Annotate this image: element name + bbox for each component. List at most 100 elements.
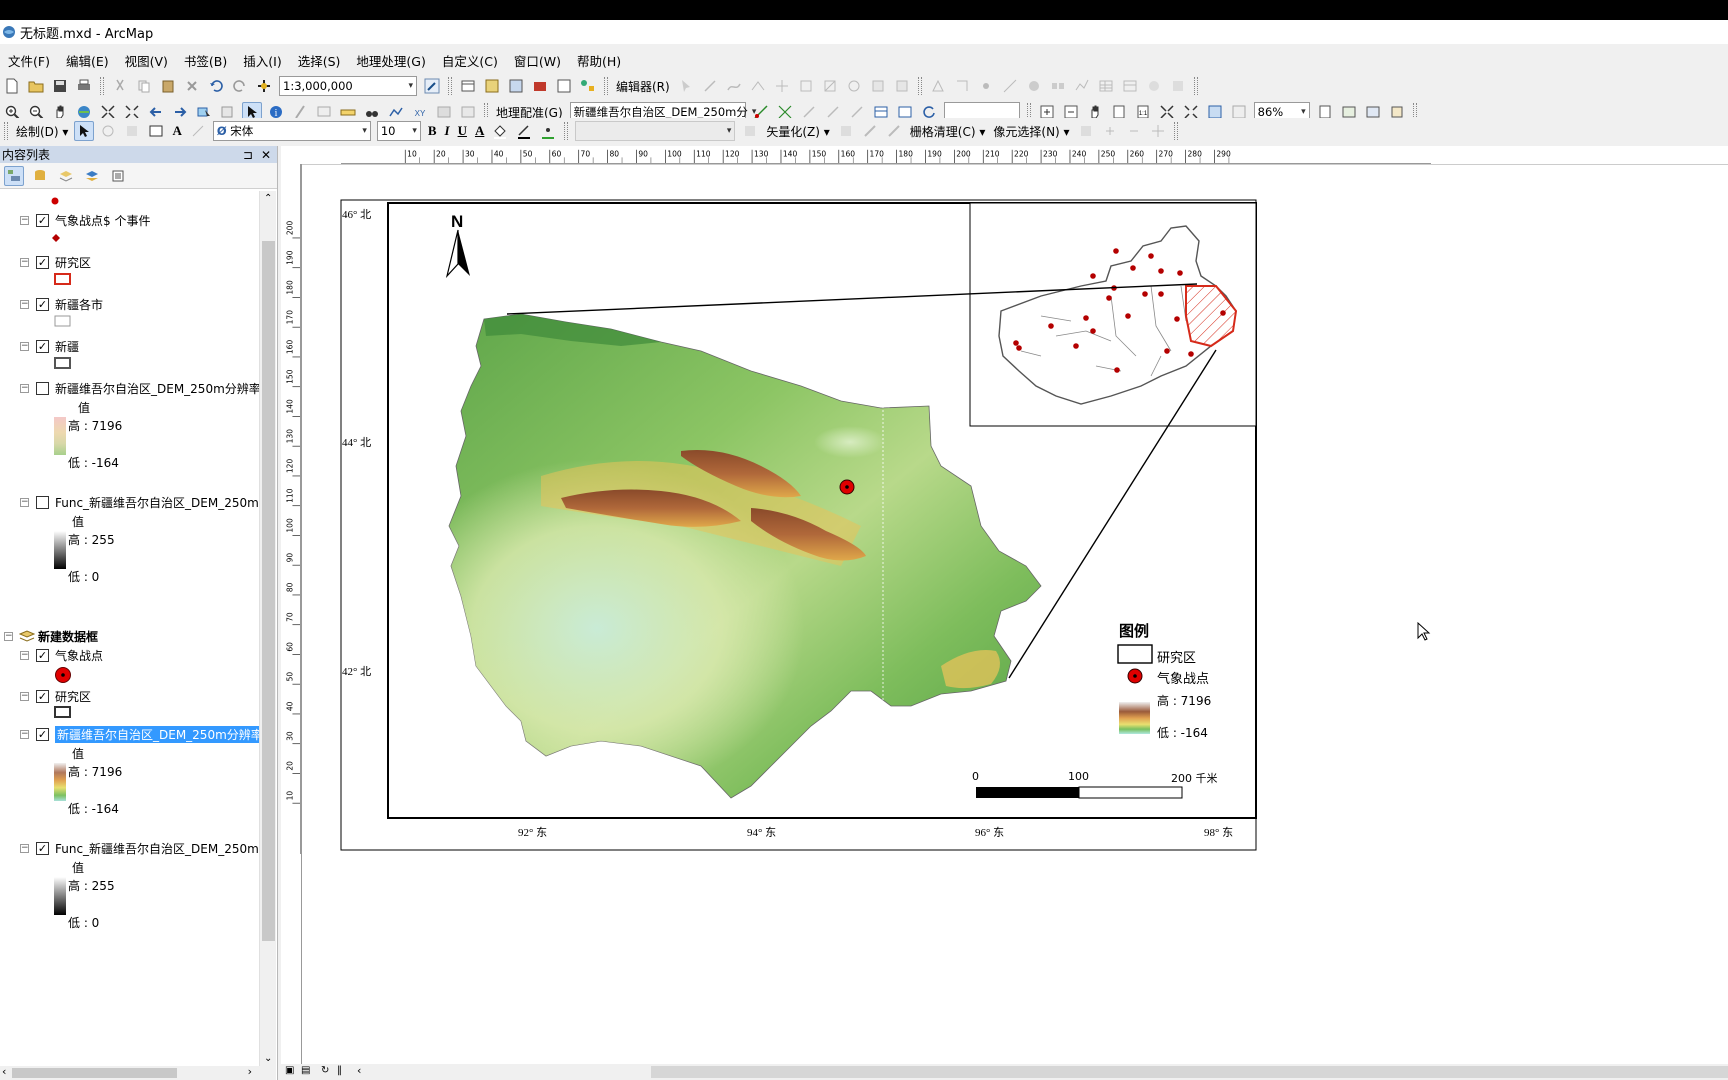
collapse-icon[interactable]: − [20,299,29,309]
layer-name[interactable]: 研究区 [55,688,91,705]
pin-icon[interactable]: ⊐ [243,148,253,162]
redo-icon[interactable] [230,76,250,96]
layer-visibility-checkbox[interactable]: ✓ [36,689,49,703]
vectorization-menu[interactable]: 矢量化(Z) ▾ [766,123,829,140]
layer-visibility-checkbox[interactable]: ✓ [36,297,49,311]
fill-color-icon[interactable] [490,121,510,141]
collapse-icon[interactable]: − [20,729,29,739]
editor-menu[interactable]: 编辑器(R) [616,78,670,95]
options-icon[interactable] [108,166,128,186]
layer-name[interactable]: 新疆各市 [55,296,103,313]
catalog-icon[interactable] [482,76,502,96]
copy-icon[interactable] [134,76,154,96]
scroll-thumb[interactable] [262,241,275,941]
cell-selection-menu[interactable]: 像元选择(N) ▾ [993,123,1069,140]
close-icon[interactable]: ✕ [261,148,271,162]
pause-drawing-icon[interactable]: ‖ [337,1065,342,1076]
scroll-right-icon[interactable]: › [248,1065,252,1078]
scroll-up-icon[interactable]: ⌃ [264,193,272,204]
undo-icon[interactable] [206,76,226,96]
layer-name[interactable]: Func_新疆维吾尔自治区_DEM_250m分 [55,840,260,857]
arctoolbox-icon[interactable] [530,76,550,96]
scale-bar[interactable] [976,786,1183,799]
line-color-icon[interactable] [514,121,534,141]
toc-layer-row[interactable]: − ✓ Func_新疆维吾尔自治区_DEM_250m分 [0,839,260,857]
raster-cleanup-menu[interactable]: 栅格清理(C) ▾ [910,123,986,140]
layer-name[interactable]: 气象战点$ 个事件 [55,212,150,229]
layer-name[interactable]: 新疆 [55,338,79,355]
layer-visibility-checkbox[interactable]: ✓ [36,648,49,662]
layer-name[interactable]: 研究区 [55,254,91,271]
editor-toolbar-icon[interactable] [422,76,442,96]
italic-button[interactable]: I [445,123,450,139]
scroll-left-icon[interactable]: ‹ [357,1064,361,1077]
list-by-drawing-order-icon[interactable] [4,165,24,186]
save-icon[interactable] [50,76,70,96]
menu-windows[interactable]: 窗口(W) [506,51,569,70]
toc-layer-row[interactable]: − ✓ 研究区 [0,253,260,271]
toc-layer-row[interactable]: − ✓ 气象战点$ 个事件 [0,211,260,229]
delete-icon[interactable] [182,76,202,96]
layout-view-icon[interactable]: ▤ [301,1065,310,1076]
layer-visibility-checkbox[interactable]: ✓ [36,213,49,227]
layer-name[interactable]: 新疆维吾尔自治区_DEM_250m分辨率_ [55,380,260,397]
layer-visibility-checkbox[interactable]: ✓ [36,727,49,741]
toc-layer-row[interactable]: − Func_新疆维吾尔自治区_DEM_250m分 [0,493,260,511]
menu-bookmarks[interactable]: 书签(B) [176,51,235,70]
toc-layer-row[interactable]: − ✓ 气象战点 [0,646,260,664]
menu-file[interactable]: 文件(F) [0,51,58,70]
toc-layer-row[interactable]: − ✓ 研究区 [0,687,260,705]
cut-icon[interactable] [110,76,130,96]
layer-name[interactable]: Func_新疆维吾尔自治区_DEM_250m分 [55,494,260,511]
add-data-icon[interactable] [254,76,274,96]
menu-help[interactable]: 帮助(H) [569,51,629,70]
list-by-source-icon[interactable] [30,166,50,186]
collapse-icon[interactable]: − [20,843,29,853]
menu-insert[interactable]: 插入(I) [235,51,289,70]
collapse-icon[interactable]: − [20,215,29,225]
list-by-selection-icon[interactable] [82,166,102,186]
map-scale-combo[interactable]: 1:3,000,000 ▾ [279,76,417,96]
layout-view[interactable]: 10 20 30 40 50 60 70 80 90 100 110 120 130 140 150 160 1… [281,146,1728,1080]
toc-layer-row[interactable]: − ✓ 新疆各市 [0,295,260,313]
menu-edit[interactable]: 编辑(E) [58,51,117,70]
scroll-thumb[interactable] [12,1068,177,1078]
toc-horizontal-scrollbar[interactable]: ‹ › [0,1065,276,1080]
menu-selection[interactable]: 选择(S) [290,51,349,70]
marker-color-icon[interactable] [538,121,558,141]
collapse-icon[interactable]: − [20,691,29,701]
table-of-contents-icon[interactable] [458,76,478,96]
collapse-icon[interactable]: − [20,650,29,660]
font-color-button[interactable]: A [475,123,484,139]
menu-geoprocessing[interactable]: 地理处理(G) [348,51,433,70]
model-builder-icon[interactable] [578,76,598,96]
horizontal-scroll-thumb[interactable] [651,1066,1728,1078]
layer-visibility-checkbox[interactable] [36,381,49,395]
select-elements-draw-icon[interactable] [74,121,95,141]
collapse-icon[interactable]: − [4,631,13,641]
scroll-left-icon[interactable]: ‹ [2,1065,6,1078]
paste-icon[interactable] [158,76,178,96]
print-icon[interactable] [74,76,94,96]
data-view-icon[interactable]: ▣ [285,1065,294,1076]
search-window-icon[interactable] [506,76,526,96]
open-folder-icon[interactable] [26,76,46,96]
collapse-icon[interactable]: − [20,497,29,507]
layer-visibility-checkbox[interactable]: ✓ [36,255,49,269]
collapse-icon[interactable]: − [20,341,29,351]
layer-name[interactable]: 气象战点 [55,647,103,664]
weather-station-marker[interactable] [839,479,855,495]
toc-vertical-scrollbar[interactable]: ⌃ ⌄ [259,191,276,1066]
menu-customize[interactable]: 自定义(C) [434,51,506,70]
collapse-icon[interactable]: − [20,257,29,267]
new-text-tool[interactable]: A [172,123,181,139]
layer-visibility-checkbox[interactable]: ✓ [36,841,49,855]
toc-layer-row[interactable]: − ✓ 新疆维吾尔自治区_DEM_250m分辨率_ [0,725,260,743]
toc-layer-row[interactable]: − ✓ 新疆 [0,337,260,355]
toc-layer-row[interactable]: − 新疆维吾尔自治区_DEM_250m分辨率_ [0,379,260,397]
collapse-icon[interactable]: − [20,383,29,393]
bold-button[interactable]: B [428,123,437,139]
python-window-icon[interactable] [554,76,574,96]
rectangle-tool-icon[interactable] [146,121,166,141]
layer-visibility-checkbox[interactable] [36,495,49,509]
